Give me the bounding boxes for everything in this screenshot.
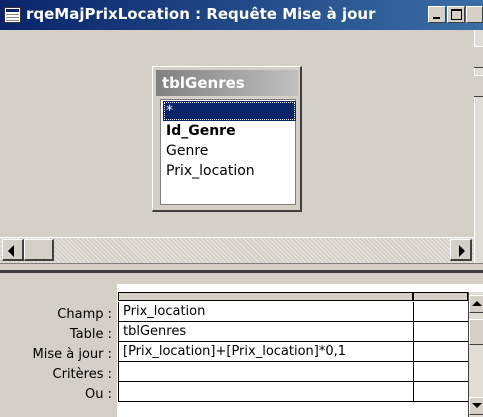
scroll-right-button[interactable] <box>450 239 472 261</box>
grid-row-labels: Champ : Table : Mise à jour : Critères :… <box>0 284 117 417</box>
scroll-left-button[interactable] <box>2 239 24 261</box>
field-list[interactable]: * Id_Genre Genre Prix_location <box>160 99 296 205</box>
field-item-genre[interactable]: Genre <box>163 141 296 161</box>
title-bar[interactable]: rqeMajPrixLocation : Requête Mise à jour <box>0 0 483 30</box>
cell-update-to-1[interactable]: [Prix_location]+[Prix_location]*0,1 <box>118 342 414 362</box>
close-button[interactable] <box>466 6 483 23</box>
cell-criteria-2[interactable] <box>414 362 469 382</box>
cell-field-2[interactable] <box>414 302 469 322</box>
cell-or-1[interactable] <box>118 382 414 402</box>
row-label-update-to: Mise à jour : <box>32 347 113 362</box>
row-label-field: Champ : <box>57 307 112 322</box>
column-selector-1[interactable] <box>118 292 413 301</box>
cell-update-to-2[interactable] <box>414 342 469 362</box>
row-label-or: Ou : <box>85 387 112 402</box>
table-pane-scroll-thumb[interactable] <box>474 75 483 97</box>
horizontal-scroll-thumb[interactable] <box>24 239 54 261</box>
field-item-id-genre[interactable]: Id_Genre <box>163 121 296 141</box>
pane-splitter[interactable] <box>0 263 483 284</box>
field-list-title[interactable]: tblGenres <box>156 70 298 96</box>
field-item-prix-location[interactable]: Prix_location <box>163 161 296 181</box>
cell-table-1[interactable]: tblGenres <box>118 322 414 342</box>
query-window-icon[interactable] <box>4 7 21 23</box>
column-selector-2[interactable] <box>413 292 468 301</box>
cell-field-1[interactable]: Prix_location <box>118 302 414 322</box>
minimize-button[interactable] <box>428 6 446 23</box>
field-list-window[interactable]: tblGenres * Id_Genre Genre Prix_location <box>152 66 302 212</box>
table-pane-horizontal-scrollbar[interactable] <box>0 237 474 263</box>
grid-scroll-thumb[interactable] <box>469 319 483 345</box>
cell-or-2[interactable] <box>414 382 469 402</box>
cell-criteria-1[interactable] <box>118 362 414 382</box>
grid-scroll-down-button[interactable] <box>469 397 483 415</box>
grid-scroll-up-button[interactable] <box>469 295 483 313</box>
cell-table-2[interactable] <box>414 322 469 342</box>
maximize-button[interactable] <box>447 6 465 23</box>
row-label-criteria: Critères : <box>52 367 112 382</box>
row-label-table: Table : <box>69 327 112 342</box>
table-pane-scroll-up-button[interactable] <box>474 46 483 68</box>
field-item-all[interactable]: * <box>163 101 296 121</box>
window-title: rqeMajPrixLocation : Requête Mise à jour <box>26 5 376 23</box>
